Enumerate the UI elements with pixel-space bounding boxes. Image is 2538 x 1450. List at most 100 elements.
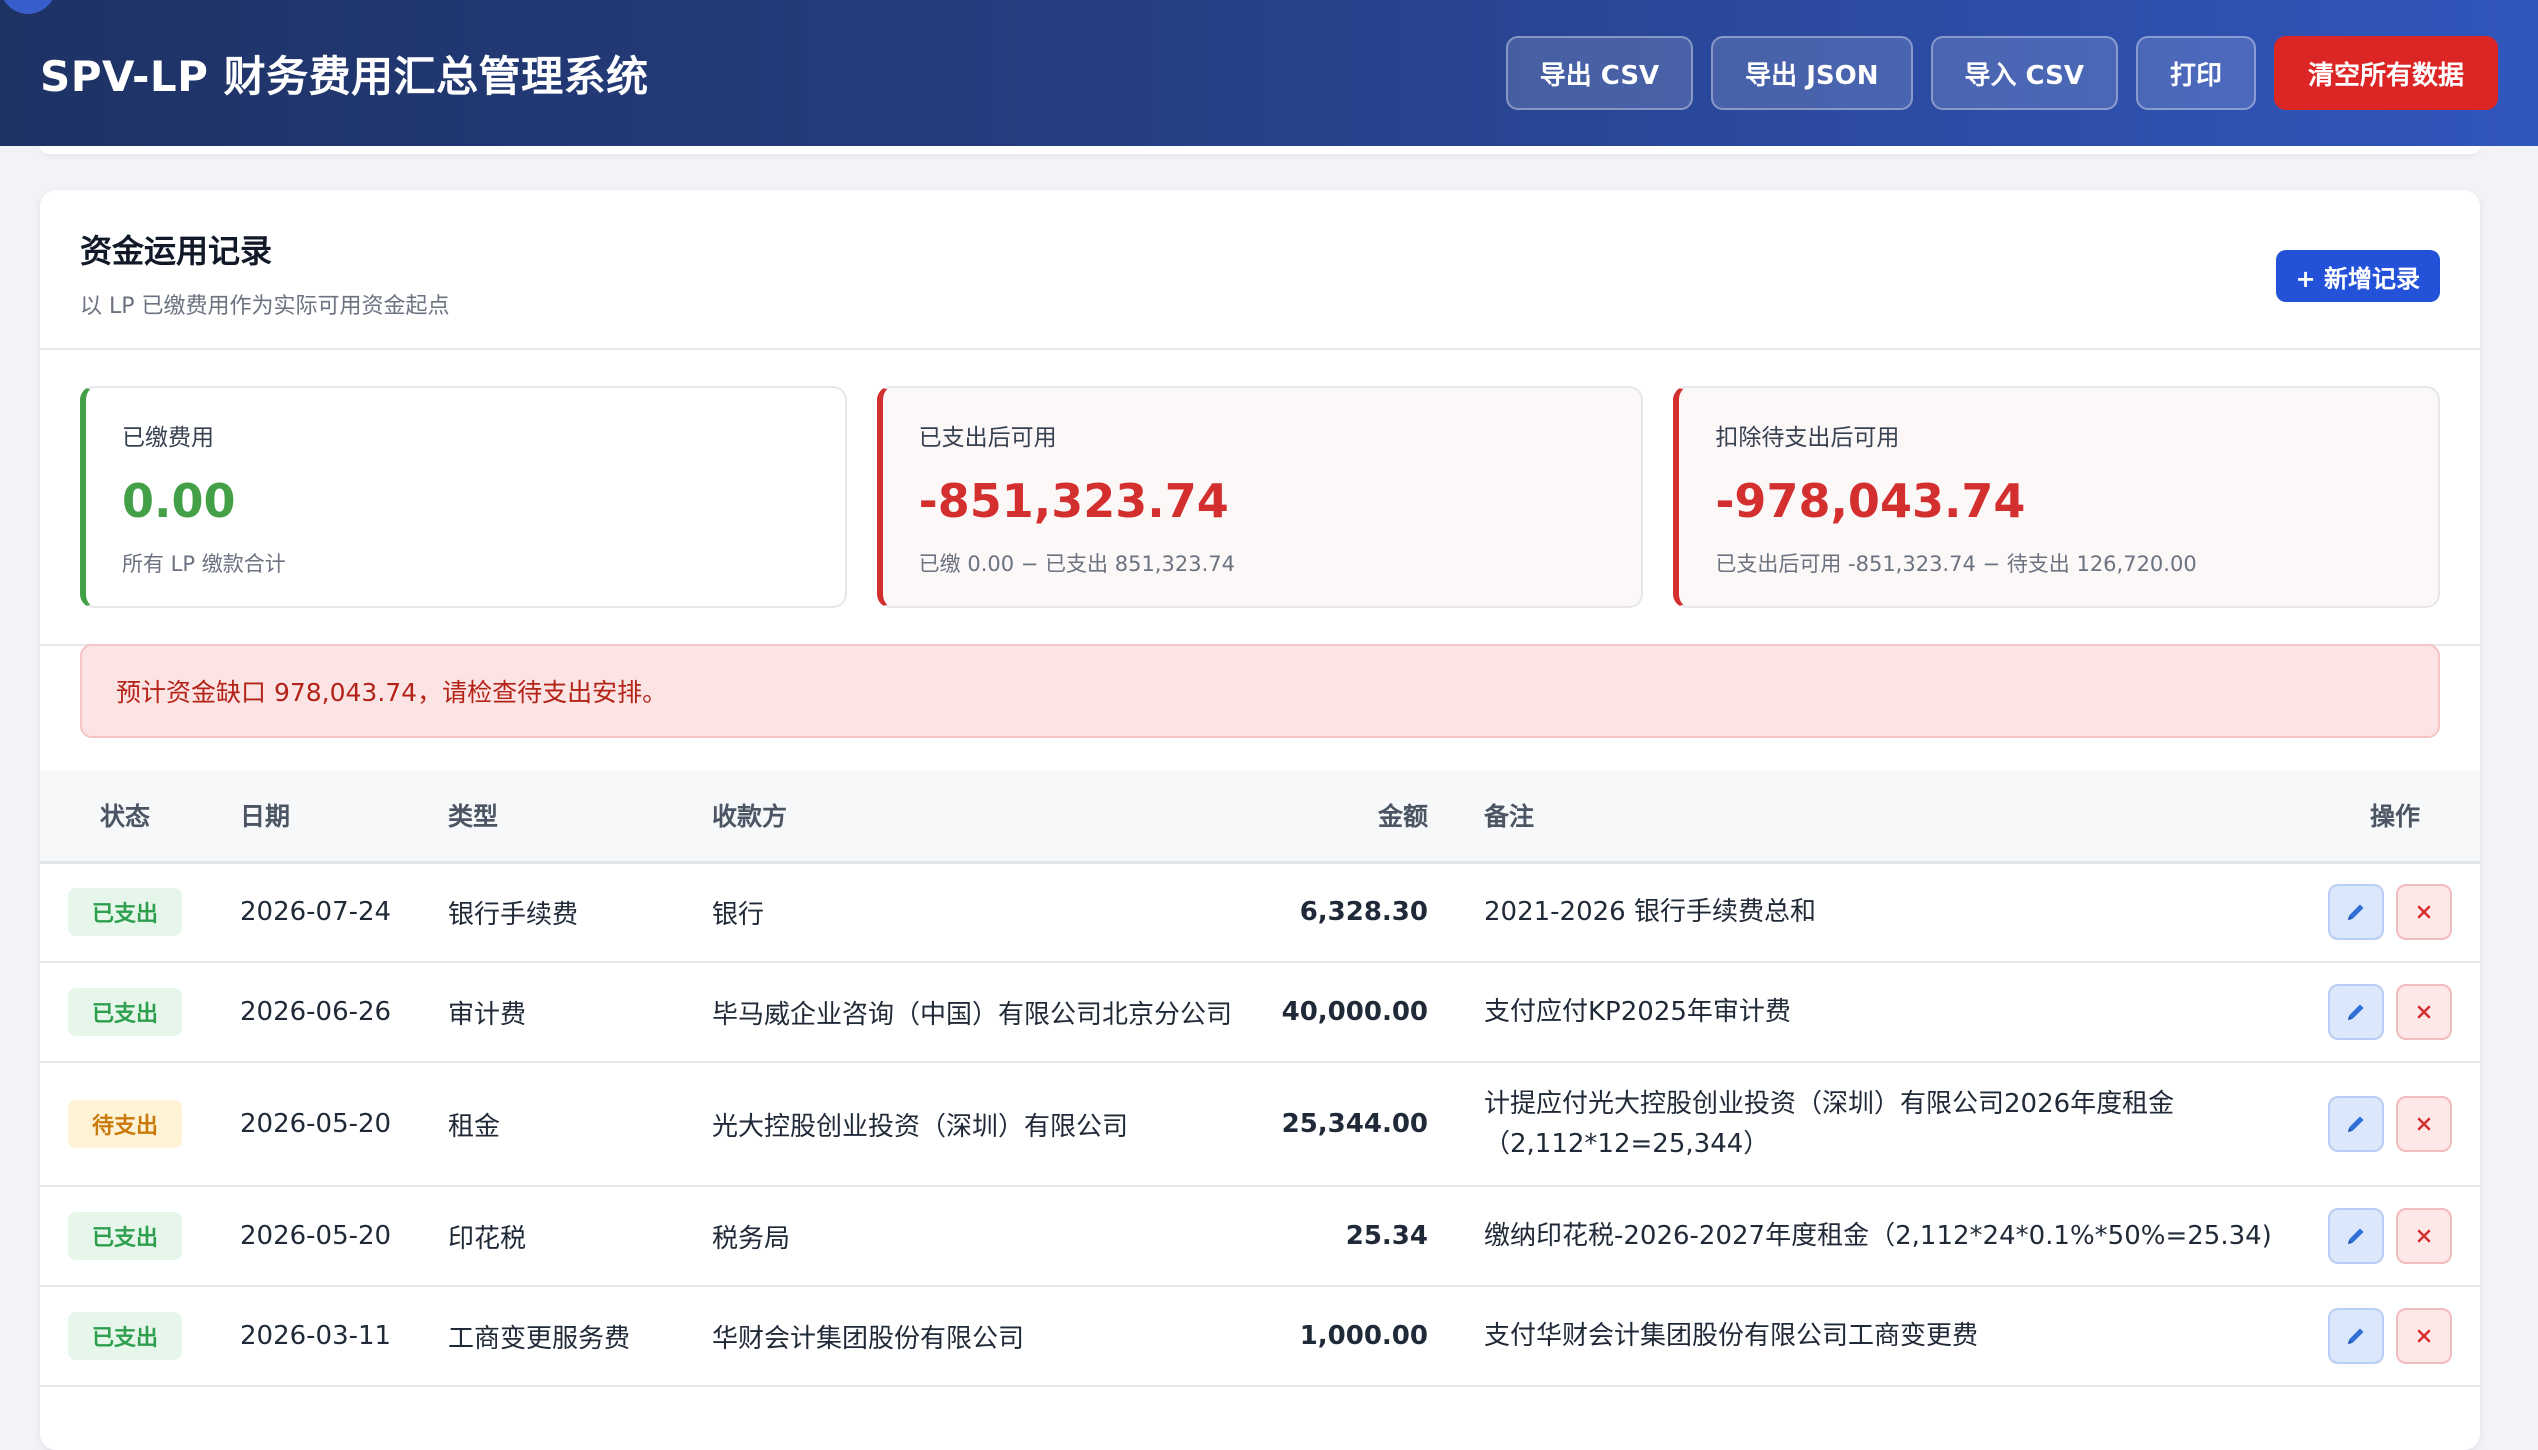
- app-title: SPV-LP 财务费用汇总管理系统: [40, 51, 649, 101]
- pencil-icon: [2348, 1328, 2364, 1344]
- cell-amount: 25.34: [1345, 1221, 1428, 1251]
- cell-note: 计提应付光大控股创业投资（深圳）有限公司2026年度租金 （2,112*12=2…: [1428, 1062, 2290, 1186]
- close-icon: [2417, 1229, 2431, 1243]
- records-table-wrap: 状态 日期 类型 收款方 金额 备注 操作 已支出 2026-07-24 银行手…: [40, 770, 2480, 1387]
- cell-payee: 税务局: [712, 1223, 791, 1254]
- edit-button[interactable]: [2328, 1096, 2384, 1152]
- cell-date: 2026-06-26: [240, 997, 392, 1027]
- stat-note: 所有 LP 缴款合计: [122, 552, 286, 576]
- delete-button[interactable]: [2396, 1208, 2452, 1264]
- header-actions: 导出 CSV 导出 JSON 导入 CSV 打印 清空所有数据: [1505, 36, 2498, 110]
- header-type: 类型: [448, 802, 499, 832]
- section-title: 资金运用记录: [80, 232, 273, 270]
- close-icon: [2417, 1329, 2431, 1343]
- delete-button[interactable]: [2396, 1308, 2452, 1364]
- export-csv-button[interactable]: 导出 CSV: [1505, 36, 1694, 110]
- note-line: （2,112*12=25,344）: [1484, 1129, 1770, 1159]
- table-row: 已支出 2026-06-26 审计费 毕马威企业咨询（中国）有限公司北京分公司 …: [40, 962, 2480, 1062]
- stats-row: 已缴费用 0.00 所有 LP 缴款合计 已支出后可用 -851,323.74 …: [40, 350, 2480, 608]
- header-date: 日期: [240, 802, 291, 832]
- row-actions: [2328, 884, 2452, 941]
- pencil-icon: [2348, 904, 2364, 921]
- stat-label: 已缴费用: [122, 425, 214, 451]
- delete-button[interactable]: [2396, 1096, 2452, 1152]
- cell-amount: 6,328.30: [1299, 897, 1428, 928]
- header-ops: 操作: [2369, 802, 2420, 832]
- close-icon: [2417, 1005, 2431, 1019]
- status-badge: 已支出: [68, 1312, 183, 1360]
- stat-card-available-after-pending: 扣除待支出后可用 -978,043.74 已支出后可用 -851,323.74 …: [1673, 386, 2441, 608]
- note-line: 缴纳印花税-2026-2027年度租金（2,112*24*0.1%*50%=25…: [1484, 1221, 2272, 1251]
- cell-note: 缴纳印花税-2026-2027年度租金（2,112*24*0.1%*50%=25…: [1428, 1186, 2290, 1286]
- cell-note: 支付华财会计集团股份有限公司工商变更费: [1428, 1286, 2290, 1386]
- cell-amount: 40,000.00: [1281, 997, 1428, 1027]
- header-note: 备注: [1484, 802, 1535, 832]
- edit-button[interactable]: [2328, 884, 2384, 941]
- card-heading: 资金运用记录 以 LP 已缴费用作为实际可用资金起点: [80, 226, 450, 320]
- row-actions: [2328, 984, 2452, 1040]
- table-header-row: 状态 日期 类型 收款方 金额 备注 操作: [40, 770, 2480, 862]
- header-amount: 金额: [1377, 802, 1428, 832]
- cell-date: 2026-07-24: [240, 897, 392, 928]
- records-table: 状态 日期 类型 收款方 金额 备注 操作 已支出 2026-07-24 银行手…: [40, 770, 2480, 1387]
- export-json-button[interactable]: 导出 JSON: [1711, 36, 1913, 110]
- funding-gap-alert: 预计资金缺口 978,043.74，请检查待支出安排。: [80, 644, 2440, 738]
- note-line: 支付华财会计集团股份有限公司工商变更费: [1484, 1321, 1979, 1351]
- stat-note: 已支出后可用 -851,323.74 − 待支出 126,720.00: [1715, 552, 2197, 576]
- cell-payee: 毕马威企业咨询（中国）有限公司北京分公司: [712, 999, 1233, 1030]
- add-record-button[interactable]: + 新增记录: [2275, 250, 2440, 302]
- cell-date: 2026-03-11: [240, 1321, 392, 1351]
- section-subtitle: 以 LP 已缴费用作为实际可用资金起点: [80, 294, 450, 319]
- cell-type: 审计费: [448, 999, 527, 1030]
- cell-type: 印花税: [448, 1223, 527, 1254]
- delete-button[interactable]: [2396, 984, 2452, 1040]
- cell-payee: 光大控股创业投资（深圳）有限公司: [712, 1111, 1129, 1142]
- stat-card-available-after-spent: 已支出后可用 -851,323.74 已缴 0.00 − 已支出 851,323…: [876, 386, 1644, 608]
- clear-all-button[interactable]: 清空所有数据: [2273, 36, 2498, 110]
- status-badge: 已支出: [68, 988, 183, 1036]
- previous-card-edge: [40, 146, 2480, 154]
- stat-value: 0.00: [122, 474, 236, 528]
- row-actions: [2328, 1208, 2452, 1264]
- edit-button[interactable]: [2328, 984, 2384, 1040]
- status-badge: 已支出: [68, 1212, 183, 1260]
- cell-payee: 华财会计集团股份有限公司: [712, 1323, 1025, 1354]
- corner-decoration: [0, 0, 56, 14]
- import-csv-button[interactable]: 导入 CSV: [1930, 36, 2118, 110]
- card-header: 资金运用记录 以 LP 已缴费用作为实际可用资金起点 + 新增记录: [40, 190, 2480, 350]
- stat-label: 扣除待支出后可用: [1715, 425, 1900, 451]
- pencil-icon: [2348, 1228, 2364, 1244]
- delete-button[interactable]: [2396, 884, 2452, 941]
- cell-type: 租金: [448, 1111, 501, 1142]
- cell-amount: 1,000.00: [1299, 1321, 1428, 1351]
- status-badge: 已支出: [68, 888, 183, 937]
- edit-button[interactable]: [2328, 1308, 2384, 1364]
- cell-type: 工商变更服务费: [448, 1323, 631, 1354]
- fund-usage-card: 资金运用记录 以 LP 已缴费用作为实际可用资金起点 + 新增记录 已缴费用 0…: [40, 190, 2480, 1450]
- table-row: 待支出 2026-05-20 租金 光大控股创业投资（深圳）有限公司 25,34…: [40, 1062, 2480, 1186]
- edit-button[interactable]: [2328, 1208, 2384, 1264]
- cell-date: 2026-05-20: [240, 1109, 392, 1139]
- pencil-icon: [2348, 1116, 2364, 1132]
- note-line: 计提应付光大控股创业投资（深圳）有限公司2026年度租金: [1484, 1089, 2175, 1119]
- header-payee: 收款方: [712, 802, 788, 832]
- row-actions: [2328, 1096, 2452, 1152]
- stat-note: 已缴 0.00 − 已支出 851,323.74: [918, 552, 1235, 576]
- close-icon: [2417, 905, 2431, 919]
- cell-date: 2026-05-20: [240, 1221, 392, 1251]
- header-status: 状态: [100, 802, 151, 832]
- cell-type: 银行手续费: [448, 899, 579, 930]
- stat-card-paid: 已缴费用 0.00 所有 LP 缴款合计: [80, 386, 847, 608]
- cell-payee: 银行: [712, 899, 765, 930]
- stat-value: -851,323.74: [918, 474, 1229, 528]
- row-actions: [2328, 1308, 2452, 1364]
- note-line: 支付应付KP2025年审计费: [1484, 997, 1791, 1027]
- table-row: 已支出 2026-05-20 印花税 税务局 25.34 缴纳印花税-2026-…: [40, 1186, 2480, 1286]
- close-icon: [2417, 1117, 2431, 1131]
- table-row: 已支出 2026-07-24 银行手续费 银行 6,328.30 2021-20…: [40, 862, 2480, 962]
- cell-amount: 25,344.00: [1281, 1109, 1428, 1139]
- app-header: SPV-LP 财务费用汇总管理系统 导出 CSV 导出 JSON 导入 CSV …: [0, 0, 2538, 146]
- print-button[interactable]: 打印: [2135, 36, 2256, 110]
- note-line: 2021-2026 银行手续费总和: [1484, 897, 1816, 928]
- cell-note: 2021-2026 银行手续费总和: [1428, 862, 2290, 962]
